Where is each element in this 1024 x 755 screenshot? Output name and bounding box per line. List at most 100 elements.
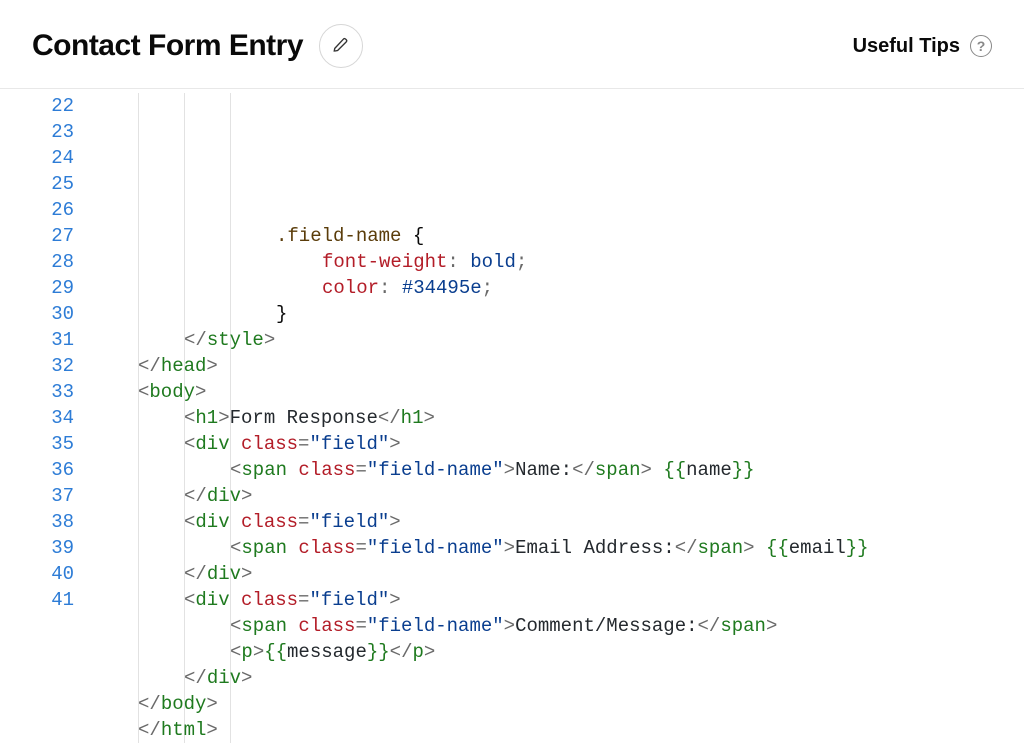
token-prop: color <box>322 277 379 299</box>
code-line[interactable]: font-weight: bold; <box>92 249 1024 275</box>
code-line[interactable]: <div class="field"> <box>92 431 1024 457</box>
token-punct: = <box>298 511 309 533</box>
token-attr: class <box>298 615 355 637</box>
token-str: "field" <box>309 433 389 455</box>
line-number: 32 <box>0 353 74 379</box>
token-punct: </ <box>675 537 698 559</box>
code-line[interactable]: </head> <box>92 353 1024 379</box>
token-punct: > <box>206 719 217 741</box>
token-punct: </ <box>698 615 721 637</box>
token-selector: .field-name <box>276 225 413 247</box>
code-content[interactable]: .field-name {font-weight: bold;color: #3… <box>92 93 1024 743</box>
token-mustache: }} <box>732 459 755 481</box>
token-curly: { <box>413 225 424 247</box>
token-punct: > <box>424 641 435 663</box>
token-tag: h1 <box>195 407 218 429</box>
token-tag: p <box>241 641 252 663</box>
token-attr: class <box>241 589 298 611</box>
code-line[interactable]: </html> <box>92 717 1024 743</box>
token-punct: < <box>230 641 241 663</box>
token-tag: div <box>195 433 241 455</box>
token-curly: } <box>276 303 287 325</box>
header-left: Contact Form Entry <box>32 24 363 68</box>
token-attr: class <box>241 433 298 455</box>
token-punct: > <box>241 485 252 507</box>
token-str: "field" <box>309 589 389 611</box>
code-editor[interactable]: 2223242526272829303132333435363738394041… <box>0 89 1024 755</box>
token-str: "field-name" <box>367 537 504 559</box>
code-line[interactable]: <span class="field-name">Email Address:<… <box>92 535 1024 561</box>
token-tag: span <box>241 615 298 637</box>
token-punct: < <box>184 511 195 533</box>
token-tag: div <box>207 485 241 507</box>
token-punct: > <box>389 589 400 611</box>
line-number: 30 <box>0 301 74 327</box>
line-number: 37 <box>0 483 74 509</box>
token-punct: > <box>504 537 515 559</box>
token-punct: > <box>389 511 400 533</box>
line-number: 39 <box>0 535 74 561</box>
line-number: 31 <box>0 327 74 353</box>
edit-title-button[interactable] <box>319 24 363 68</box>
line-number: 38 <box>0 509 74 535</box>
code-line[interactable]: <span class="field-name">Comment/Message… <box>92 613 1024 639</box>
token-punct: < <box>184 407 195 429</box>
question-circle-icon[interactable]: ? <box>970 35 992 57</box>
code-line[interactable]: </body> <box>92 691 1024 717</box>
token-str: "field-name" <box>367 459 504 481</box>
token-punct: < <box>230 537 241 559</box>
token-attr: class <box>298 459 355 481</box>
token-tag: span <box>241 537 298 559</box>
token-punct: = <box>355 615 366 637</box>
token-attr: class <box>241 511 298 533</box>
token-tag: html <box>161 719 207 741</box>
token-value: bold <box>470 251 516 273</box>
token-text: name <box>686 459 732 481</box>
code-line[interactable]: <div class="field"> <box>92 587 1024 613</box>
token-text: Form Response <box>230 407 378 429</box>
line-number: 41 <box>0 587 74 613</box>
token-punct: </ <box>138 719 161 741</box>
code-line[interactable]: <p>{{message}}</p> <box>92 639 1024 665</box>
code-line[interactable]: <span class="field-name">Name:</span> {{… <box>92 457 1024 483</box>
token-tag: div <box>207 667 241 689</box>
line-number: 23 <box>0 119 74 145</box>
code-line[interactable]: .field-name { <box>92 223 1024 249</box>
token-punct: > <box>423 407 434 429</box>
code-line[interactable]: <div class="field"> <box>92 509 1024 535</box>
code-line[interactable]: </div> <box>92 561 1024 587</box>
token-tag: style <box>207 329 264 351</box>
token-tag: span <box>595 459 641 481</box>
code-line[interactable]: </style> <box>92 327 1024 353</box>
pencil-icon <box>332 36 350 57</box>
code-line[interactable]: } <box>92 301 1024 327</box>
code-line[interactable]: </div> <box>92 665 1024 691</box>
token-punct: </ <box>184 329 207 351</box>
token-punct: </ <box>184 563 207 585</box>
code-line[interactable]: color: #34495e; <box>92 275 1024 301</box>
token-punct: > <box>241 667 252 689</box>
line-number: 35 <box>0 431 74 457</box>
line-number: 33 <box>0 379 74 405</box>
token-punct: </ <box>390 641 413 663</box>
token-punct: </ <box>184 667 207 689</box>
code-line[interactable]: </div> <box>92 483 1024 509</box>
token-punct: = <box>298 433 309 455</box>
token-punct: </ <box>138 693 161 715</box>
token-punct: > <box>264 329 275 351</box>
token-punct: = <box>298 589 309 611</box>
code-line[interactable]: <h1>Form Response</h1> <box>92 405 1024 431</box>
token-punct: > <box>641 459 664 481</box>
line-number-gutter: 2223242526272829303132333435363738394041 <box>0 93 92 743</box>
page-header: Contact Form Entry Useful Tips ? <box>0 0 1024 89</box>
token-punct: < <box>230 615 241 637</box>
header-right: Useful Tips ? <box>853 35 992 58</box>
line-number: 40 <box>0 561 74 587</box>
token-text: Name: <box>515 459 572 481</box>
line-number: 27 <box>0 223 74 249</box>
code-line[interactable]: <body> <box>92 379 1024 405</box>
token-punct: > <box>206 355 217 377</box>
line-number: 26 <box>0 197 74 223</box>
token-value: #34495e <box>402 277 482 299</box>
useful-tips-link[interactable]: Useful Tips <box>853 35 960 58</box>
